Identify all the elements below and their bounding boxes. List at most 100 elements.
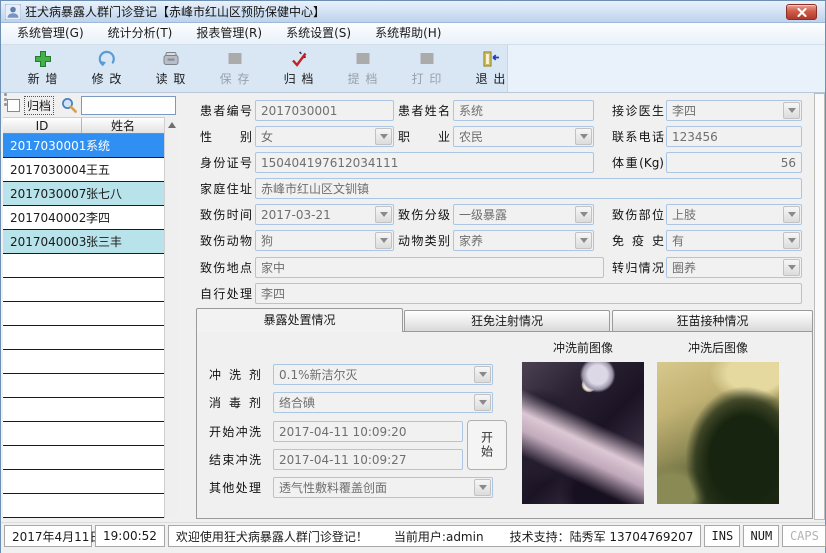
name-column-header[interactable]: 姓名: [82, 118, 164, 133]
tab-vaccination[interactable]: 狂苗接种情况: [612, 310, 813, 332]
toolbar-retrieve-button: 提 档: [331, 45, 395, 91]
scroll-up-button[interactable]: [165, 117, 179, 132]
self-treat-field[interactable]: 李四: [255, 283, 802, 304]
toolbar-edit-button[interactable]: 修 改: [75, 45, 139, 91]
chevron-down-icon[interactable]: [474, 479, 491, 496]
before-image-label: 冲洗前图像: [522, 339, 644, 356]
toolbar: 新 增 修 改 读 取 保 存 归 档 提 档: [1, 45, 825, 93]
table-row[interactable]: 2017040003 张三丰: [3, 230, 164, 254]
menu-system-management[interactable]: 系统管理(G): [5, 23, 96, 44]
id-card-field[interactable]: 150404197612034111: [255, 152, 594, 173]
menu-statistics[interactable]: 统计分析(T): [96, 23, 185, 44]
doctor-label: 接诊医生: [612, 101, 664, 121]
empty-row: [3, 302, 164, 326]
empty-row: [3, 350, 164, 374]
occupation-select[interactable]: 农民: [453, 126, 594, 147]
empty-row: [3, 422, 164, 446]
injury-time-select[interactable]: 2017-03-21: [255, 204, 394, 225]
search-input[interactable]: [81, 96, 176, 115]
toolbar-spacer: [507, 45, 825, 92]
disinfectant-select[interactable]: 络合碘: [273, 392, 493, 413]
patient-table-header: ID 姓名: [3, 117, 164, 134]
table-row[interactable]: 2017030004 王五: [3, 158, 164, 182]
status-date: 2017年4月11日: [4, 525, 92, 547]
table-scrollbar[interactable]: [164, 117, 178, 518]
address-field[interactable]: 赤峰市红山区文钏镇: [255, 178, 802, 199]
outcome-select[interactable]: 圈养: [666, 257, 802, 278]
other-treatment-select[interactable]: 透气性敷料覆盖创面: [273, 477, 493, 498]
rinse-agent-label: 冲 洗 剂: [209, 365, 261, 385]
archive-check-icon: [289, 49, 309, 69]
empty-row: [3, 278, 164, 302]
outcome-label: 转归情况: [612, 258, 664, 278]
rinse-agent-select[interactable]: 0.1%新洁尔灭: [273, 364, 493, 385]
toolbar-archive-button[interactable]: 归 档: [267, 45, 331, 91]
toolbar-save-button: 保 存: [203, 45, 267, 91]
empty-row: [3, 254, 164, 278]
chevron-down-icon[interactable]: [783, 206, 800, 223]
empty-row: [3, 446, 164, 470]
archive-checkbox-label: 归档: [24, 96, 54, 115]
injury-animal-select[interactable]: 狗: [255, 230, 394, 251]
tab-exposure-treatment[interactable]: 暴露处置情况: [196, 308, 403, 332]
injury-place-field[interactable]: 家中: [255, 257, 604, 278]
tab-immunoglobulin[interactable]: 狂免注射情况: [404, 310, 610, 332]
search-button[interactable]: [59, 95, 79, 115]
before-rinse-photo: [522, 362, 644, 504]
menu-help[interactable]: 系统帮助(H): [363, 23, 453, 44]
patient-id-field[interactable]: 2017030001: [255, 100, 394, 121]
chevron-down-icon[interactable]: [375, 232, 392, 249]
status-time: 19:00:52: [95, 525, 165, 547]
toolbar-exit-button[interactable]: 退 出: [459, 45, 523, 91]
start-rinse-button[interactable]: 开始: [467, 420, 507, 470]
gender-select[interactable]: 女: [255, 126, 394, 147]
chevron-down-icon[interactable]: [783, 232, 800, 249]
empty-row: [3, 326, 164, 350]
empty-row: [3, 494, 164, 518]
rinse-end-field[interactable]: 2017-04-11 10:09:27: [273, 449, 463, 470]
chevron-down-icon[interactable]: [575, 206, 592, 223]
animal-type-select[interactable]: 家养: [453, 230, 594, 251]
patient-name-label: 患者姓名: [398, 101, 450, 121]
read-icon: [161, 49, 181, 69]
toolbar-read-button[interactable]: 读 取: [139, 45, 203, 91]
weight-label: 体重(Kg): [612, 153, 664, 173]
weight-field[interactable]: 56: [666, 152, 802, 173]
caps-indicator: CAPS: [782, 525, 826, 547]
id-card-label: 身份证号: [200, 153, 252, 173]
chevron-down-icon[interactable]: [474, 394, 491, 411]
chevron-down-icon[interactable]: [783, 102, 800, 119]
app-window: 狂犬病暴露人群门诊登记【赤峰市红山区预防保健中心】 系统管理(G) 统计分析(T…: [0, 0, 826, 553]
table-row[interactable]: 2017030001 系统: [3, 134, 164, 158]
injury-part-select[interactable]: 上肢: [666, 204, 802, 225]
after-image-label: 冲洗后图像: [657, 339, 779, 356]
phone-label: 联系电话: [612, 127, 664, 147]
patient-name-field[interactable]: 系统: [453, 100, 594, 121]
close-button[interactable]: [786, 4, 817, 20]
occupation-label: 职 业: [398, 127, 450, 147]
chevron-down-icon[interactable]: [375, 206, 392, 223]
chevron-down-icon[interactable]: [783, 259, 800, 276]
archive-checkbox[interactable]: [7, 99, 20, 112]
chevron-down-icon[interactable]: [575, 232, 592, 249]
chevron-down-icon[interactable]: [575, 128, 592, 145]
edit-icon: [97, 49, 117, 69]
table-row[interactable]: 2017040002 李四: [3, 206, 164, 230]
table-row[interactable]: 2017030007 张七八: [3, 182, 164, 206]
panel-scrollbar[interactable]: [814, 93, 825, 520]
chevron-down-icon[interactable]: [474, 366, 491, 383]
menu-reports[interactable]: 报表管理(R): [184, 23, 274, 44]
injury-grade-select[interactable]: 一级暴露: [453, 204, 594, 225]
doctor-select[interactable]: 李四: [666, 100, 802, 121]
empty-row: [3, 470, 164, 494]
phone-field[interactable]: 123456: [666, 126, 802, 147]
empty-row: [3, 374, 164, 398]
injury-animal-label: 致伤动物: [200, 231, 252, 251]
toolbar-new-button[interactable]: 新 增: [11, 45, 75, 91]
chevron-down-icon[interactable]: [375, 128, 392, 145]
menu-settings[interactable]: 系统设置(S): [274, 23, 363, 44]
immunity-select[interactable]: 有: [666, 230, 802, 251]
self-treat-label: 自行处理: [200, 284, 252, 304]
rinse-start-field[interactable]: 2017-04-11 10:09:20: [273, 421, 463, 442]
id-column-header[interactable]: ID: [3, 118, 82, 133]
